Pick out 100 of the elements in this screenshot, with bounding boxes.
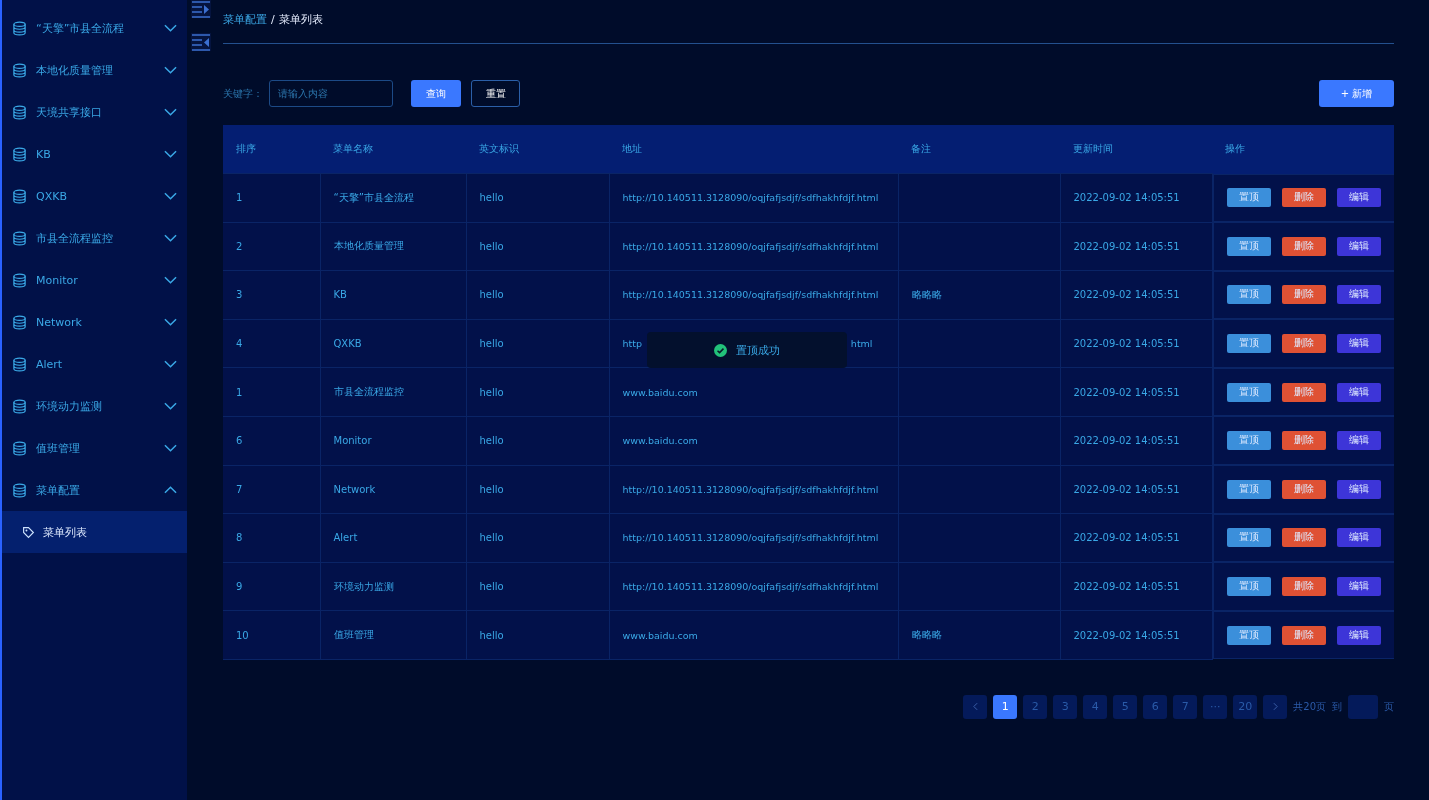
chevron-down-icon	[164, 66, 177, 74]
table-cell: 2	[236, 240, 243, 252]
breadcrumb-current: 菜单列表	[278, 12, 323, 27]
collapse-menu-icon[interactable]	[191, 33, 211, 51]
sidebar-item[interactable]: Monitor	[2, 259, 187, 301]
check-circle-icon	[714, 343, 727, 357]
sidebar-item[interactable]: 本地化质量管理	[2, 49, 187, 91]
column-header: 菜单名称	[320, 125, 466, 174]
table-cell: 市县全流程监控	[333, 386, 404, 398]
table-cell: KB	[333, 289, 347, 301]
sidebar-item[interactable]: 天境共享接口	[2, 91, 187, 133]
sidebar-item[interactable]: 菜单配置	[2, 469, 187, 511]
address-link[interactable]: http	[622, 338, 642, 350]
column-header: 备注	[898, 125, 1060, 174]
reset-button[interactable]: 重置	[471, 80, 520, 107]
table-cell: 1	[236, 386, 243, 398]
edit-button[interactable]: 编辑	[1336, 382, 1381, 402]
sidebar-item[interactable]: Network	[2, 301, 187, 343]
column-header: 排序	[223, 125, 320, 174]
database-icon	[12, 188, 27, 204]
edit-button[interactable]: 编辑	[1336, 334, 1381, 354]
goto-label: 到	[1332, 699, 1342, 714]
address-link[interactable]: www.baidu.com	[622, 386, 698, 398]
chevron-down-icon	[164, 318, 177, 326]
edit-button[interactable]: 编辑	[1336, 577, 1381, 597]
table-cell: hello	[479, 629, 504, 641]
table-cell: 4	[236, 338, 243, 350]
chevron-down-icon	[164, 444, 177, 452]
delete-button[interactable]: 删除	[1281, 577, 1326, 597]
address-link[interactable]: www.baidu.com	[622, 435, 698, 447]
table-cell: 6	[236, 435, 243, 447]
table-cell: Alert	[333, 532, 358, 544]
address-link[interactable]: www.baidu.com	[622, 629, 698, 641]
table-cell: 值班管理	[333, 629, 374, 641]
table-cell: 2022-09-02 14:05:51	[1073, 289, 1180, 301]
table-cell: Network	[333, 483, 376, 495]
table-cell: 环境动力监测	[333, 580, 394, 592]
database-icon	[12, 62, 27, 78]
edit-button[interactable]: 编辑	[1336, 431, 1381, 451]
delete-button[interactable]: 删除	[1281, 431, 1326, 451]
address-link[interactable]: html	[850, 338, 873, 350]
chevron-down-icon	[164, 402, 177, 410]
delete-button[interactable]: 删除	[1281, 528, 1326, 548]
database-icon	[12, 440, 27, 456]
table-cell: “天擎”市县全流程	[333, 191, 414, 203]
database-icon	[12, 272, 27, 288]
edit-button[interactable]: 编辑	[1336, 236, 1381, 256]
table-cell: 1	[236, 192, 243, 204]
sidebar-subitem[interactable]: 菜单列表	[2, 511, 187, 553]
table-cell: hello	[479, 532, 504, 544]
table-cell: 2022-09-02 14:05:51	[1073, 483, 1180, 495]
breadcrumb-link[interactable]: 菜单配置	[223, 12, 267, 27]
edit-button[interactable]: 编辑	[1336, 285, 1381, 305]
table-cell: 3	[236, 289, 243, 301]
table-cell: 7	[236, 483, 243, 495]
page-field[interactable]	[1348, 694, 1378, 719]
previous-page-button[interactable]	[963, 694, 988, 719]
breadcrumb-separator: /	[271, 13, 275, 26]
column-header: 更新时间	[1060, 125, 1212, 174]
chevron-up-icon	[164, 486, 177, 494]
search-button[interactable]: 查询	[411, 80, 461, 107]
chevron-down-icon	[164, 24, 177, 32]
database-icon	[12, 356, 27, 372]
table-cell: 本地化质量管理	[333, 240, 404, 252]
sidebar-item[interactable]: 值班管理	[2, 427, 187, 469]
page-button[interactable]: 1	[993, 694, 1018, 719]
delete-button[interactable]: 删除	[1281, 334, 1326, 354]
add-button[interactable]: + 新增	[1319, 80, 1394, 107]
delete-button[interactable]: 删除	[1281, 625, 1326, 645]
sidebar-item[interactable]: QXKB	[2, 175, 187, 217]
delete-button[interactable]: 删除	[1281, 236, 1326, 256]
delete-button[interactable]: 删除	[1281, 285, 1326, 305]
sidebar-item[interactable]: 市县全流程监控	[2, 217, 187, 259]
edit-button[interactable]: 编辑	[1336, 479, 1381, 499]
database-icon	[12, 230, 27, 246]
next-page-button[interactable]	[1263, 694, 1288, 719]
sidebar-item[interactable]: 环境动力监测	[2, 385, 187, 427]
table-cell: 2022-09-02 14:05:51	[1073, 240, 1180, 252]
chevron-down-icon	[164, 192, 177, 200]
delete-button[interactable]: 删除	[1281, 382, 1326, 402]
expand-menu-icon[interactable]	[191, 0, 211, 18]
delete-button[interactable]: 删除	[1281, 479, 1326, 499]
edit-button[interactable]: 编辑	[1336, 625, 1381, 645]
chevron-down-icon	[164, 108, 177, 116]
column-header: 操作	[1212, 125, 1394, 174]
table-cell: 10	[236, 629, 249, 641]
chevron-left-icon	[972, 702, 978, 712]
chevron-down-icon	[164, 360, 177, 368]
edit-button[interactable]: 编辑	[1336, 188, 1381, 208]
delete-button[interactable]: 删除	[1281, 188, 1326, 208]
table-cell: hello	[479, 435, 504, 447]
keyword-label: 关键字：	[223, 86, 263, 101]
table-cell: 2022-09-02 14:05:51	[1073, 629, 1180, 641]
edit-button[interactable]: 编辑	[1336, 528, 1381, 548]
table-cell: 9	[236, 581, 243, 593]
sidebar-item[interactable]: KB	[2, 133, 187, 175]
keyword-field[interactable]: 请输入内容	[269, 80, 393, 107]
sidebar-item[interactable]: Alert	[2, 343, 187, 385]
database-icon	[12, 398, 27, 414]
sidebar-item[interactable]: “天擎”市县全流程	[2, 7, 187, 49]
